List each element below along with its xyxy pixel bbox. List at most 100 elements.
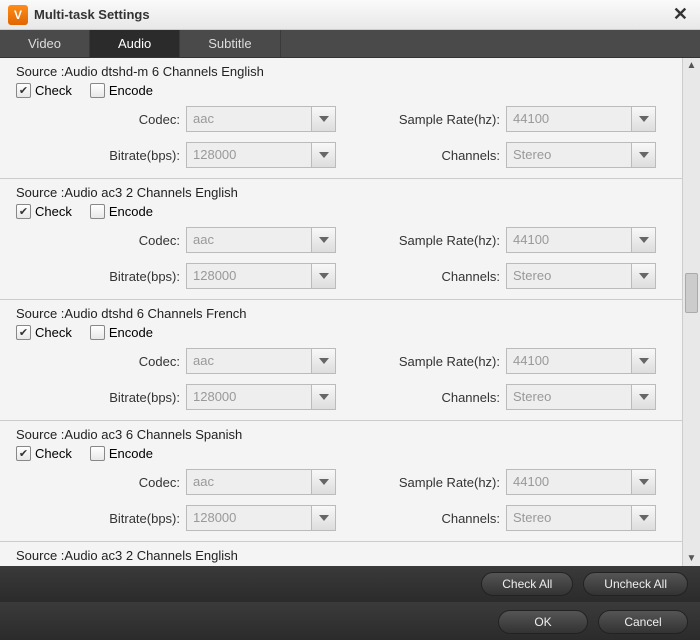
chevron-down-icon (319, 479, 329, 485)
codec-dropdown-button[interactable] (311, 470, 335, 494)
encode-option[interactable]: Encode (90, 204, 153, 219)
bitrate-label: Bitrate(bps): (16, 511, 186, 526)
check-option[interactable]: ✔Check (16, 204, 72, 219)
encode-label: Encode (109, 204, 153, 219)
field-grid: Codec:aacSample Rate(hz):44100Bitrate(bp… (16, 106, 672, 168)
field-grid: Codec:aacSample Rate(hz):44100Bitrate(bp… (16, 348, 672, 410)
tab-audio[interactable]: Audio (90, 30, 180, 57)
sample-rate-label: Sample Rate(hz): (346, 233, 506, 248)
encode-option[interactable]: Encode (90, 325, 153, 340)
codec-label: Codec: (16, 233, 186, 248)
cancel-button[interactable]: Cancel (598, 610, 688, 634)
channels-value: Stereo (507, 506, 631, 530)
chevron-down-icon (639, 394, 649, 400)
sample-rate-dropdown-button[interactable] (631, 349, 655, 373)
bitrate-combo[interactable]: 128000 (186, 384, 336, 410)
close-icon[interactable]: ✕ (669, 4, 692, 25)
check-row: ✔ Check Encode (16, 446, 672, 461)
encode-checkbox[interactable] (90, 325, 105, 340)
channels-label: Channels: (346, 269, 506, 284)
channels-value: Stereo (507, 385, 631, 409)
sample-rate-dropdown-button[interactable] (631, 470, 655, 494)
channels-dropdown-button[interactable] (631, 143, 655, 167)
sample-rate-combo[interactable]: 44100 (506, 227, 656, 253)
sample-rate-combo[interactable]: 44100 (506, 469, 656, 495)
check-label: Check (35, 446, 72, 461)
channels-combo[interactable]: Stereo (506, 263, 656, 289)
bitrate-dropdown-button[interactable] (311, 385, 335, 409)
sample-rate-dropdown-button[interactable] (631, 228, 655, 252)
codec-dropdown-button[interactable] (311, 349, 335, 373)
chevron-down-icon (639, 152, 649, 158)
field-grid: Codec:aac Sample Rate(hz):44100 Bitrate(bp… (16, 227, 672, 289)
encode-label: Encode (109, 446, 153, 461)
bitrate-dropdown-button[interactable] (311, 264, 335, 288)
bitrate-label: Bitrate(bps): (16, 269, 186, 284)
scroll-down-icon[interactable]: ▼ (687, 551, 697, 566)
dialog-button-bar: OK Cancel (0, 604, 700, 640)
channels-combo[interactable]: Stereo (506, 142, 656, 168)
sample-rate-combo[interactable]: 44100 (506, 106, 656, 132)
channels-value: Stereo (507, 264, 631, 288)
check-checkbox[interactable]: ✔ (16, 325, 31, 340)
source-header: Source :Audio dtshd 6 Channels French (16, 306, 672, 321)
check-checkbox[interactable]: ✔ (16, 83, 31, 98)
channels-label: Channels: (346, 148, 506, 163)
codec-value: aac (187, 107, 311, 131)
channels-dropdown-button[interactable] (631, 385, 655, 409)
check-button-bar: Check All Uncheck All (0, 566, 700, 602)
source-header: Source :Audio dtshd-m 6 Channels English (16, 64, 672, 79)
ok-button[interactable]: OK (498, 610, 588, 634)
codec-combo[interactable]: aac (186, 106, 336, 132)
bitrate-label: Bitrate(bps): (16, 390, 186, 405)
codec-combo[interactable]: aac (186, 469, 336, 495)
bitrate-combo[interactable]: 128000 (186, 263, 336, 289)
codec-label: Codec: (16, 112, 186, 127)
tab-video[interactable]: Video (0, 30, 90, 57)
sample-rate-value: 44100 (507, 107, 631, 131)
check-checkbox[interactable]: ✔ (16, 204, 31, 219)
bitrate-combo[interactable]: 128000 (186, 505, 336, 531)
encode-option[interactable]: Encode (90, 446, 153, 461)
bitrate-value: 128000 (187, 143, 311, 167)
channels-combo[interactable]: Stereo (506, 505, 656, 531)
channels-dropdown-button[interactable] (631, 264, 655, 288)
scroll-thumb[interactable] (685, 273, 698, 313)
bitrate-value: 128000 (187, 385, 311, 409)
check-checkbox[interactable]: ✔ (16, 446, 31, 461)
channels-dropdown-button[interactable] (631, 506, 655, 530)
chevron-down-icon (319, 515, 329, 521)
bitrate-combo[interactable]: 128000 (186, 142, 336, 168)
sample-rate-dropdown-button[interactable] (631, 107, 655, 131)
check-option[interactable]: ✔ Check (16, 446, 72, 461)
scrollbar[interactable]: ▲ ▼ (682, 58, 700, 566)
encode-checkbox[interactable] (90, 83, 105, 98)
bitrate-dropdown-button[interactable] (311, 143, 335, 167)
encode-checkbox[interactable] (90, 446, 105, 461)
codec-combo[interactable]: aac (186, 348, 336, 374)
check-option[interactable]: ✔Check (16, 83, 72, 98)
audio-list: Source :Audio dtshd-m 6 Channels English… (0, 58, 682, 566)
codec-dropdown-button[interactable] (311, 107, 335, 131)
sample-rate-value: 44100 (507, 349, 631, 373)
tab-subtitle[interactable]: Subtitle (180, 30, 280, 57)
chevron-down-icon (319, 358, 329, 364)
bitrate-value: 128000 (187, 264, 311, 288)
codec-combo[interactable]: aac (186, 227, 336, 253)
audio-group: Source :Audio ac3 6 Channels Spanish✔Che… (0, 421, 682, 542)
check-option[interactable]: ✔Check (16, 325, 72, 340)
channels-combo[interactable]: Stereo (506, 384, 656, 410)
sample-rate-combo[interactable]: 44100 (506, 348, 656, 374)
codec-label: Codec: (16, 475, 186, 490)
bitrate-dropdown-button[interactable] (311, 506, 335, 530)
codec-dropdown-button[interactable] (311, 228, 335, 252)
scroll-track[interactable] (683, 73, 700, 551)
scroll-up-icon[interactable]: ▲ (687, 58, 697, 73)
check-all-button[interactable]: Check All (481, 572, 573, 596)
encode-checkbox[interactable] (90, 204, 105, 219)
chevron-down-icon (319, 116, 329, 122)
encode-option[interactable]: Encode (90, 83, 153, 98)
uncheck-all-button[interactable]: Uncheck All (583, 572, 688, 596)
audio-group: Source :Audio dtshd 6 Channels French ✔Ch… (0, 300, 682, 421)
audio-group: Source :Audio ac3 2 Channels English (0, 542, 682, 566)
